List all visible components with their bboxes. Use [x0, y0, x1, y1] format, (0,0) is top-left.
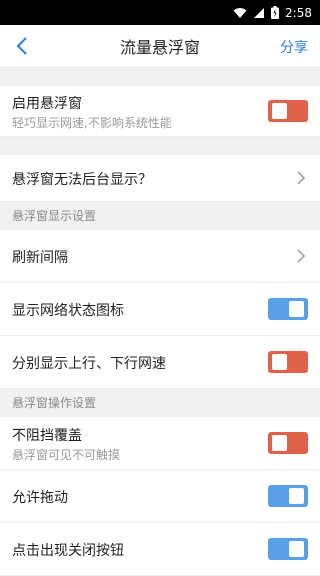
- row-label: 分别显示上行、下行网速: [12, 356, 166, 372]
- toggle-knob: [289, 541, 304, 557]
- split-speed-toggle[interactable]: [268, 351, 308, 373]
- spacer: [0, 137, 320, 155]
- page-title: 流量悬浮窗: [119, 38, 200, 57]
- chevron-left-icon: [16, 37, 27, 55]
- row-label: 启用悬浮窗: [12, 96, 82, 112]
- close-button-toggle[interactable]: [268, 538, 308, 560]
- no-block-row[interactable]: 不阻挡覆盖 悬浮窗可见不可触摸: [0, 417, 320, 470]
- close-button-row[interactable]: 点击出现关闭按钮: [0, 523, 320, 576]
- row-label: 允许拖动: [12, 490, 68, 506]
- refresh-interval-row[interactable]: 刷新间隔: [0, 230, 320, 283]
- row-label: 点击出现关闭按钮: [12, 543, 124, 559]
- nav-bar: 流量悬浮窗 分享: [0, 25, 320, 68]
- network-icon-toggle[interactable]: [268, 298, 308, 320]
- toggle-knob: [272, 354, 287, 370]
- chevron-right-icon: [297, 171, 306, 185]
- toggle-knob: [289, 488, 304, 504]
- row-label: 刷新间隔: [12, 250, 68, 266]
- back-button[interactable]: [10, 34, 34, 58]
- row-sublabel: 悬浮窗可见不可触摸: [12, 448, 121, 462]
- battery-icon: [271, 6, 280, 19]
- allow-drag-toggle[interactable]: [268, 485, 308, 507]
- row-label: 悬浮窗无法后台显示？: [12, 172, 152, 188]
- toggle-knob: [272, 435, 287, 451]
- toggle-knob: [289, 301, 304, 317]
- enable-toggle[interactable]: [268, 100, 308, 122]
- row-sublabel: 轻巧显示网速,不影响系统性能: [12, 116, 172, 130]
- row-label: 显示网络状态图标: [12, 303, 124, 319]
- section-header-display: 悬浮窗显示设置: [0, 202, 320, 230]
- wifi-icon: [233, 7, 247, 19]
- split-speed-row[interactable]: 分别显示上行、下行网速: [0, 336, 320, 389]
- background-help-row[interactable]: 悬浮窗无法后台显示？: [0, 155, 320, 202]
- spacer: [0, 68, 320, 86]
- share-button[interactable]: 分享: [280, 37, 308, 57]
- no-block-toggle[interactable]: [268, 432, 308, 454]
- chevron-right-icon: [297, 249, 306, 263]
- row-label: 不阻挡覆盖: [12, 428, 82, 444]
- allow-drag-row[interactable]: 允许拖动: [0, 470, 320, 523]
- status-bar: 2:58: [0, 0, 320, 25]
- enable-floating-window-row[interactable]: 启用悬浮窗 轻巧显示网速,不影响系统性能: [0, 86, 320, 137]
- toggle-knob: [272, 103, 287, 119]
- network-icon-row[interactable]: 显示网络状态图标: [0, 283, 320, 336]
- section-header-operation: 悬浮窗操作设置: [0, 389, 320, 417]
- status-time: 2:58: [285, 5, 312, 20]
- cellular-signal-icon: [253, 7, 265, 19]
